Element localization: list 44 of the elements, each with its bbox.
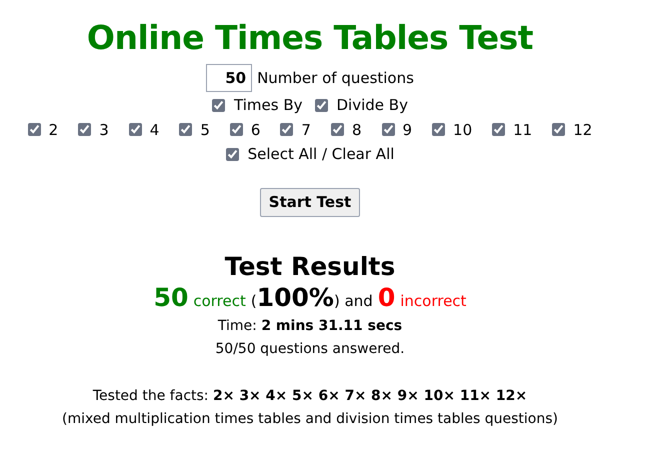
time-text: Time: 2 mins 31.11 secs	[218, 316, 402, 336]
checkbox[interactable]	[432, 123, 446, 136]
page-title: Online Times Tables Test	[86, 17, 534, 59]
answered-text: 50/50 questions answered.	[215, 340, 405, 358]
percent-score: 100%	[256, 282, 334, 312]
checkbox[interactable]	[28, 123, 41, 136]
checkbox[interactable]	[212, 98, 226, 112]
checkbox[interactable]	[230, 123, 243, 136]
checkbox[interactable]	[382, 123, 394, 136]
checkbox-label: 2	[48, 120, 58, 140]
results-heading: Test Results	[224, 250, 396, 282]
note-text: (mixed multiplication times tables and division times tables questions)	[62, 410, 558, 428]
checkbox-label: 5	[200, 120, 210, 140]
correct-count: 50	[154, 282, 188, 312]
checkbox[interactable]	[128, 123, 142, 136]
incorrect-count: 0	[378, 282, 396, 312]
checkbox-label: 4	[150, 120, 160, 140]
questions-label: Number of questions	[257, 68, 414, 89]
checkbox[interactable]	[226, 148, 239, 161]
checkbox-label: 6	[250, 120, 260, 140]
checkbox[interactable]	[330, 123, 344, 136]
paren-text: (	[250, 290, 257, 312]
checkbox[interactable]	[492, 123, 506, 136]
checkbox-label: Select All / Clear All	[248, 144, 394, 165]
checkbox-label: Times By	[234, 95, 302, 116]
checkbox-label: 10	[453, 120, 472, 140]
checkbox-label: 9	[402, 120, 412, 140]
checkbox[interactable]	[552, 123, 566, 136]
checkbox-label: 3	[99, 120, 109, 140]
checkbox-label: 7	[301, 120, 311, 140]
facts-text: Tested the facts: 2× 3× 4× 5× 6× 7× 8× 9× 10× 11× 12×	[92, 386, 528, 406]
and-text: ) and	[334, 290, 373, 312]
incorrect-label: incorrect	[400, 290, 466, 312]
correct-label: correct	[193, 290, 246, 312]
checkbox[interactable]	[280, 123, 294, 136]
checkbox[interactable]	[179, 123, 192, 136]
checkbox[interactable]	[78, 123, 92, 136]
checkbox[interactable]	[314, 98, 328, 112]
questions-field[interactable]: 50	[206, 64, 252, 92]
checkbox-label: 11	[513, 120, 532, 140]
start-test-button[interactable]: Start Test	[260, 188, 360, 216]
checkbox-label: 12	[573, 120, 592, 140]
checkbox-label: 8	[352, 120, 362, 140]
checkbox-label: Divide By	[336, 95, 408, 116]
